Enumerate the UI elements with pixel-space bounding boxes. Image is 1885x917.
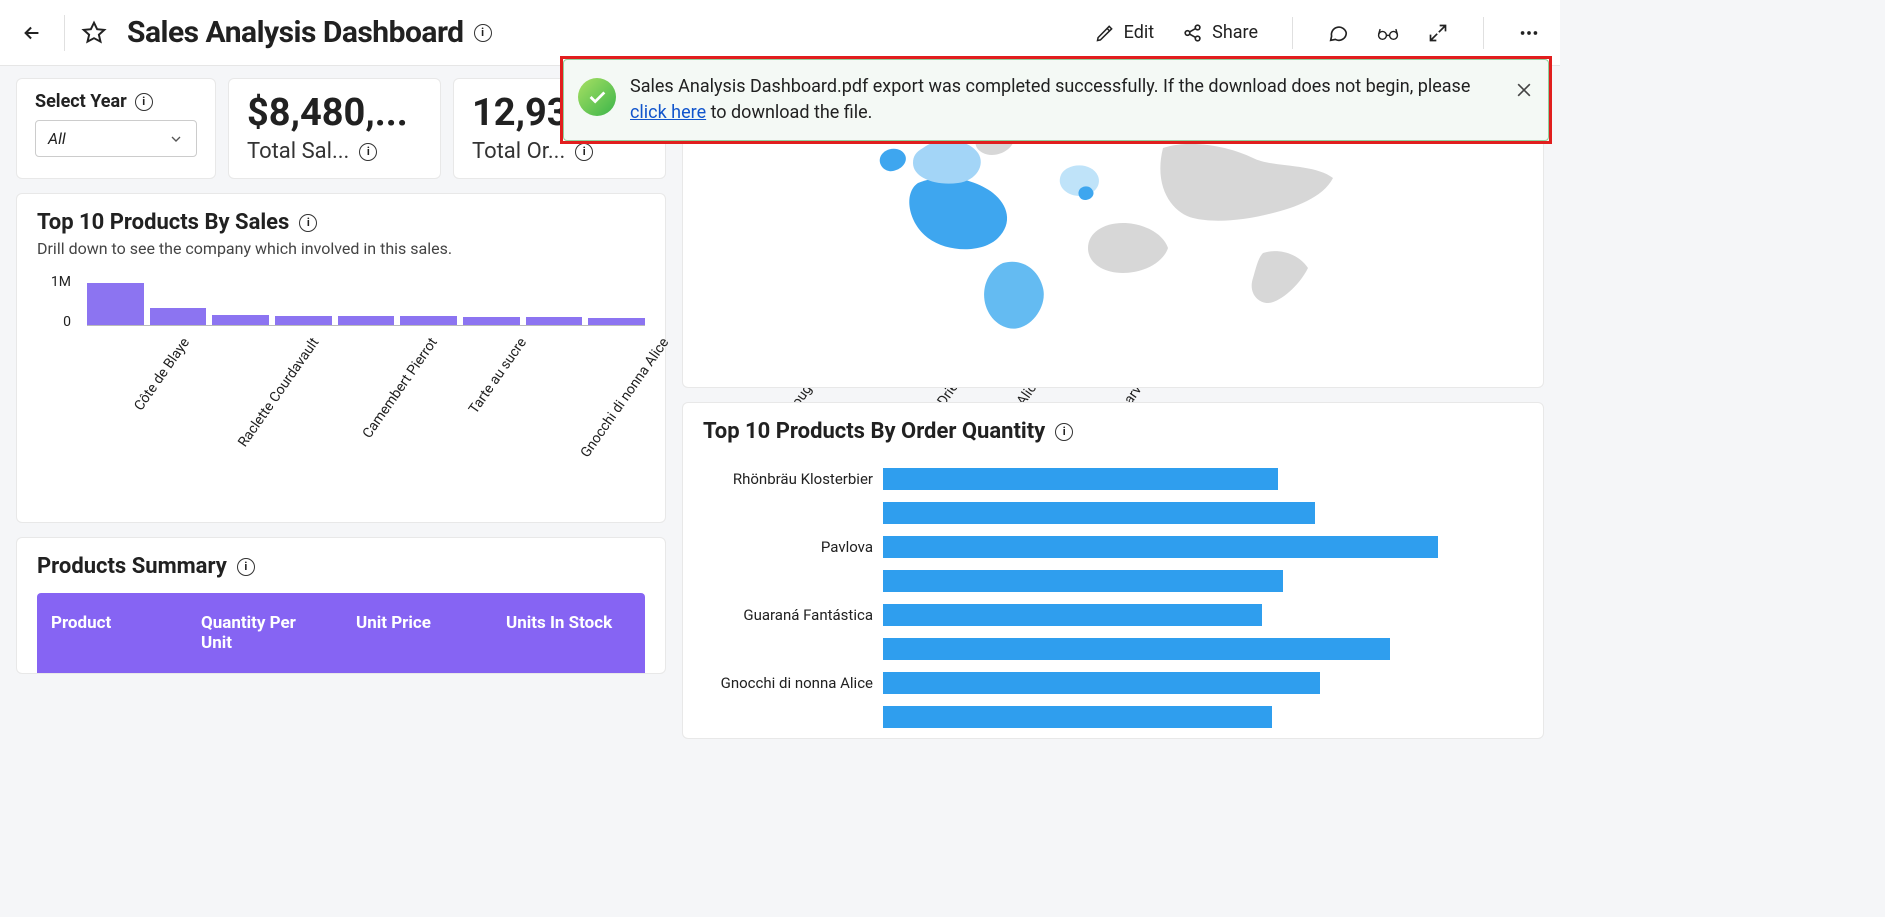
glasses-icon: [1377, 22, 1399, 44]
toast-text-pre: Sales Analysis Dashboard.pdf export was …: [630, 76, 1470, 97]
section-title: Products Summary: [37, 554, 227, 579]
chart-row-label: Pavlova: [703, 538, 883, 556]
chart-bar[interactable]: [883, 604, 1262, 626]
export-success-toast: Sales Analysis Dashboard.pdf export was …: [563, 59, 1549, 141]
fullscreen-button[interactable]: [1427, 22, 1449, 44]
th-units-in-stock[interactable]: Units In Stock: [492, 593, 645, 673]
info-icon[interactable]: i: [237, 558, 255, 576]
chart-row: Guaraná Fantástica: [703, 598, 1523, 632]
th-unit-price[interactable]: Unit Price: [342, 593, 492, 673]
chart-row-label: Guaraná Fantástica: [703, 606, 883, 624]
chart-bar[interactable]: [883, 570, 1283, 592]
edit-label: Edit: [1124, 22, 1154, 43]
chart-category-label: Gnocchi di nonna Alice: [578, 335, 673, 461]
y-tick: 1M: [37, 274, 71, 290]
chart-row: [703, 564, 1523, 598]
chart-row: Gnocchi di nonna Alice: [703, 666, 1523, 700]
chart-row-label: Rhönbräu Klosterbier: [703, 470, 883, 488]
chart-bar[interactable]: [588, 318, 645, 326]
top-qty-card: Top 10 Products By Order Quantity i Rhön…: [682, 402, 1544, 739]
share-icon: [1182, 22, 1204, 44]
header-actions: Edit Share: [1094, 17, 1540, 49]
dashboard-body: Select Year i All $8,480,... Total Sal..…: [0, 66, 1560, 751]
divider: [1292, 17, 1293, 49]
more-button[interactable]: [1518, 22, 1540, 44]
toast-text-post: to download the file.: [706, 102, 872, 123]
section-subtitle: Drill down to see the company which invo…: [37, 239, 645, 258]
toast-download-link[interactable]: click here: [630, 102, 706, 123]
section-title: Top 10 Products By Order Quantity: [703, 419, 1045, 444]
kpi-label: Total Or...: [472, 139, 565, 164]
chevron-down-icon: [168, 131, 184, 147]
info-icon[interactable]: i: [474, 24, 492, 42]
chart-category-label: Tarte au sucre: [466, 335, 530, 417]
left-column: Select Year i All $8,480,... Total Sal..…: [16, 78, 666, 739]
year-filter-card: Select Year i All: [16, 78, 216, 179]
chart-category-label: Raclette Courdavault: [235, 335, 322, 450]
right-column: Top 10 Products By Order Quantity i Rhön…: [682, 78, 1544, 739]
year-select-value: All: [48, 129, 66, 148]
top-sales-column-chart[interactable]: 1M 0 Côte de Blaye Raclette Courdavault Ca…: [37, 276, 645, 506]
th-qpu[interactable]: Quantity Per Unit: [187, 593, 342, 673]
share-label: Share: [1212, 22, 1258, 43]
chart-row: Pavlova: [703, 530, 1523, 564]
filter-title: Select Year: [35, 91, 127, 112]
share-button[interactable]: Share: [1182, 22, 1258, 44]
info-icon[interactable]: i: [359, 143, 377, 161]
comments-button[interactable]: [1327, 22, 1349, 44]
chart-bar[interactable]: [883, 672, 1320, 694]
chart-bar[interactable]: [883, 536, 1438, 558]
info-icon[interactable]: i: [135, 93, 153, 111]
chart-row-label: Gnocchi di nonna Alice: [703, 674, 883, 692]
chart-bar[interactable]: [87, 283, 144, 326]
top-qty-bar-chart[interactable]: Rhönbräu Klosterbier Pavlova Guaraná Fantá…: [703, 462, 1523, 734]
chart-bar[interactable]: [275, 316, 332, 325]
y-tick: 0: [37, 314, 71, 330]
top-sales-card: Top 10 Products By Sales i Drill down to…: [16, 193, 666, 523]
divider: [1483, 17, 1484, 49]
info-icon[interactable]: i: [575, 143, 593, 161]
chart-bar[interactable]: [463, 317, 520, 326]
chart-row: Rhönbräu Klosterbier: [703, 462, 1523, 496]
chart-row: [703, 496, 1523, 530]
products-summary-header: Product Quantity Per Unit Unit Price Uni…: [37, 593, 645, 673]
chart-bar[interactable]: [212, 315, 269, 325]
notification-highlight: Sales Analysis Dashboard.pdf export was …: [560, 56, 1552, 144]
chart-bar[interactable]: [883, 468, 1278, 490]
chart-bar[interactable]: [400, 316, 457, 325]
th-product[interactable]: Product: [37, 593, 187, 673]
success-check-icon: [578, 78, 616, 116]
kpi-label: Total Sal...: [247, 139, 349, 164]
chart-row: [703, 632, 1523, 666]
edit-button[interactable]: Edit: [1094, 22, 1154, 44]
favorite-button[interactable]: [79, 18, 109, 48]
products-summary-card: Products Summary i Product Quantity Per …: [16, 537, 666, 674]
expand-icon: [1427, 22, 1449, 44]
chart-category-label: Côte de Blaye: [131, 335, 193, 414]
page-title: Sales Analysis Dashboard: [127, 15, 464, 50]
chart-bar[interactable]: [150, 308, 207, 326]
toast-close-button[interactable]: [1514, 80, 1534, 100]
section-title: Top 10 Products By Sales: [37, 210, 289, 235]
more-icon: [1518, 22, 1540, 44]
comment-icon: [1327, 22, 1349, 44]
preview-button[interactable]: [1377, 22, 1399, 44]
chart-bar[interactable]: [526, 317, 583, 325]
kpi-value: $8,480,...: [247, 91, 422, 135]
divider: [64, 15, 65, 51]
back-button[interactable]: [20, 21, 44, 45]
info-icon[interactable]: i: [1055, 423, 1073, 441]
chart-bar[interactable]: [883, 706, 1272, 728]
kpi-total-sales: $8,480,... Total Sal... i: [228, 78, 441, 179]
pencil-icon: [1094, 22, 1116, 44]
chart-category-label: Camembert Pierrot: [360, 335, 441, 441]
chart-bar[interactable]: [883, 638, 1390, 660]
year-select[interactable]: All: [35, 120, 197, 157]
chart-bar[interactable]: [338, 316, 395, 325]
chart-bar[interactable]: [883, 502, 1315, 524]
chart-row: [703, 700, 1523, 734]
info-icon[interactable]: i: [299, 214, 317, 232]
